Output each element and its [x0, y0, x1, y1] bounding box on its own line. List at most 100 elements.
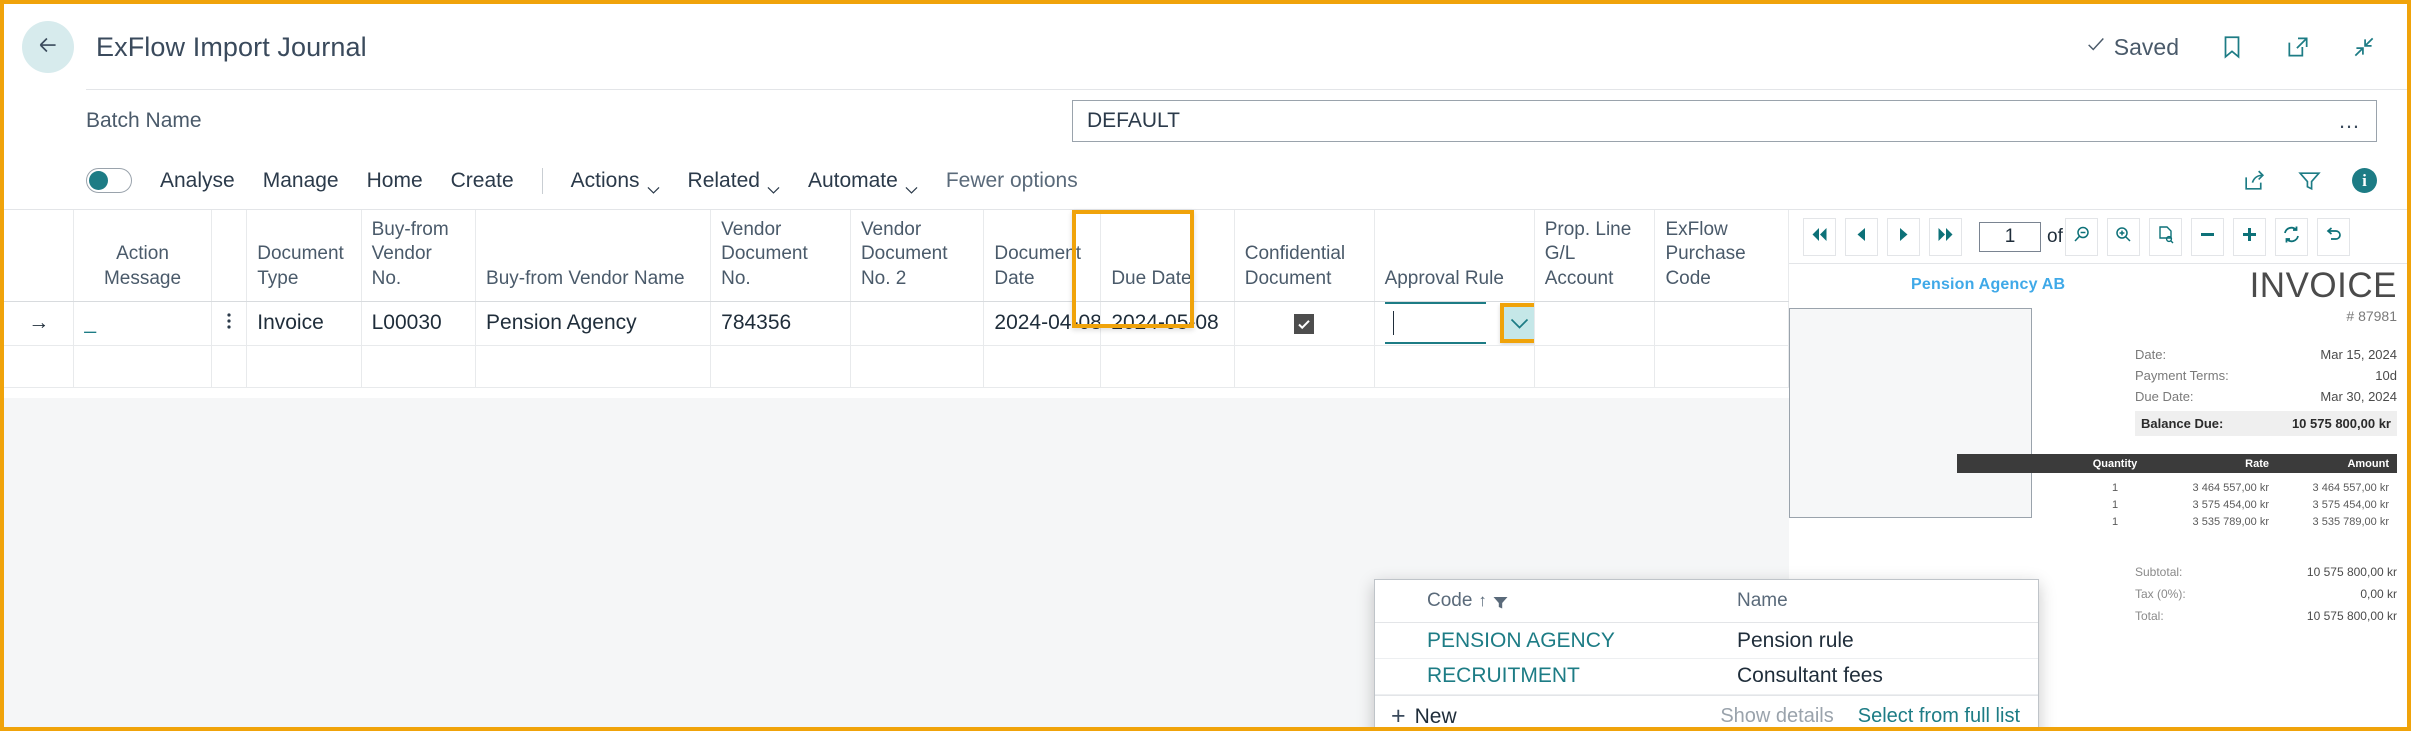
col-header-document-date[interactable]: Document Date — [984, 210, 1101, 301]
col-header-buy-from-vendor-no[interactable]: Buy-from Vendor No. — [361, 210, 475, 301]
ribbon-menu-related[interactable]: Related — [688, 169, 780, 193]
ribbon-menu-actions[interactable]: Actions — [571, 169, 660, 193]
share-icon[interactable] — [2242, 168, 2267, 193]
ribbon-item-analyse[interactable]: Analyse — [160, 169, 235, 193]
dropdown-col-code[interactable]: Code ↑ — [1427, 590, 1737, 612]
first-page-button[interactable] — [1803, 218, 1836, 256]
col-header-action-message[interactable]: Action Message — [74, 210, 211, 301]
dropdown-footer-links: Show details Select from full list — [1720, 705, 2020, 728]
dropdown-option-name: Pension rule — [1737, 629, 2038, 653]
cell-document-type[interactable]: Invoice — [247, 301, 361, 345]
cell-empty[interactable] — [361, 345, 475, 387]
page-number-input[interactable]: 1 — [1979, 222, 2041, 252]
first-page-icon — [1810, 225, 1829, 249]
cell-empty[interactable] — [476, 345, 711, 387]
invoice-lines-table: Quantity Rate Amount 1 3 464 557,00 kr 3… — [1957, 454, 2397, 530]
invoice-total-row: Subtotal: 10 575 800,00 kr — [2135, 561, 2397, 583]
cell-vendor-document-no[interactable]: 784356 — [711, 301, 851, 345]
filter-funnel-icon[interactable] — [2297, 168, 2322, 193]
cell-empty[interactable] — [711, 345, 851, 387]
cell-document-date[interactable]: 2024-04-08 — [984, 301, 1101, 345]
action-message-value: _ — [84, 311, 96, 334]
last-page-button[interactable] — [1929, 218, 1962, 256]
cell-empty[interactable] — [211, 345, 247, 387]
col-header-exflow-purchase-code[interactable]: ExFlow Purchase Code — [1655, 210, 1789, 301]
batch-name-label: Batch Name — [86, 109, 202, 133]
cell-prop-line-gl-account[interactable] — [1534, 301, 1655, 345]
col-header-confidential-document[interactable]: Confidential Document — [1234, 210, 1374, 301]
cell-empty[interactable] — [1234, 345, 1374, 387]
ribbon-item-manage[interactable]: Manage — [263, 169, 339, 193]
table-row[interactable] — [4, 345, 1789, 387]
cell-due-date[interactable]: 2024-05-08 — [1101, 301, 1234, 345]
info-icon[interactable]: i — [2352, 168, 2377, 193]
app-header: ExFlow Import Journal Saved — [4, 4, 2407, 90]
cell-empty[interactable] — [1534, 345, 1655, 387]
batch-name-more-button[interactable]: … — [2338, 110, 2362, 132]
cell-buy-from-vendor-no[interactable]: L00030 — [361, 301, 475, 345]
approval-rule-input[interactable] — [1385, 302, 1486, 344]
zoom-out-button[interactable] — [2065, 218, 2098, 256]
confidential-document-checkbox[interactable] — [1294, 314, 1314, 334]
cell-action-message[interactable]: _ — [74, 301, 211, 345]
cell-empty[interactable] — [1655, 345, 1789, 387]
cell-approval-rule[interactable] — [1374, 301, 1534, 345]
cell-exflow-purchase-code[interactable] — [1655, 301, 1789, 345]
cell-empty[interactable] — [1374, 345, 1534, 387]
previous-page-button[interactable] — [1845, 218, 1878, 256]
open-in-new-window-icon[interactable] — [2285, 34, 2311, 60]
invoice-lines-header: Quantity Rate Amount — [1957, 454, 2397, 473]
fit-page-button[interactable] — [2149, 218, 2182, 256]
dropdown-select-from-full-list-link[interactable]: Select from full list — [1858, 705, 2020, 728]
back-button[interactable] — [22, 21, 74, 73]
ribbon-label: Automate — [808, 169, 898, 193]
last-page-icon — [1936, 225, 1955, 249]
cell-vendor-document-no-2[interactable] — [850, 301, 983, 345]
col-header-due-date[interactable]: Due Date — [1101, 210, 1234, 301]
zoom-increase-button[interactable] — [2233, 218, 2266, 256]
dropdown-option-recruitment[interactable]: RECRUITMENT Consultant fees — [1375, 659, 2038, 695]
col-header-approval-rule[interactable]: Approval Rule — [1374, 210, 1534, 301]
col-header-vendor-document-no-2[interactable]: Vendor Document No. 2 — [850, 210, 983, 301]
approval-rule-dropdown-panel[interactable]: Code ↑ Name PENSION AGENCY Pension rule … — [1374, 579, 2039, 731]
dropdown-new-button[interactable]: + New — [1391, 704, 1457, 729]
chevron-down-icon — [905, 177, 918, 185]
cell-empty[interactable] — [984, 345, 1101, 387]
dropdown-show-details-link[interactable]: Show details — [1720, 705, 1833, 728]
cell-empty[interactable] — [74, 345, 211, 387]
invoice-line-amount: 3 464 557,00 kr — [2277, 482, 2397, 494]
dropdown-option-code: PENSION AGENCY — [1427, 629, 1737, 653]
cell-empty[interactable] — [247, 345, 361, 387]
col-header-buy-from-vendor-name[interactable]: Buy-from Vendor Name — [476, 210, 711, 301]
approval-rule-dropdown-button[interactable] — [1500, 303, 1535, 343]
batch-name-input[interactable]: DEFAULT … — [1072, 100, 2377, 142]
ribbon-item-create[interactable]: Create — [451, 169, 514, 193]
col-header-vendor-document-no[interactable]: Vendor Document No. — [711, 210, 851, 301]
ribbon-item-home[interactable]: Home — [367, 169, 423, 193]
undo-button[interactable] — [2317, 218, 2350, 256]
zoom-decrease-button[interactable] — [2191, 218, 2224, 256]
refresh-button[interactable] — [2275, 218, 2308, 256]
cell-buy-from-vendor-name[interactable]: Pension Agency — [476, 301, 711, 345]
dropdown-option-pension-agency[interactable]: PENSION AGENCY Pension rule — [1375, 623, 2038, 659]
ribbon-divider — [542, 168, 543, 194]
invoice-line-row: 1 3 464 557,00 kr 3 464 557,00 kr — [1957, 479, 2397, 496]
col-header-document-type[interactable]: Document Type — [247, 210, 361, 301]
analyse-toggle[interactable] — [86, 168, 132, 193]
journal-grid: Action Message Document Type Buy-from Ve… — [4, 210, 1789, 388]
ribbon-menu-automate[interactable]: Automate — [808, 169, 918, 193]
table-row[interactable]: → _ Invoice L00030 Pension Agency 78435 — [4, 301, 1789, 345]
cell-confidential-document[interactable] — [1234, 301, 1374, 345]
row-menu-button[interactable] — [211, 301, 247, 345]
bookmark-icon[interactable] — [2219, 34, 2245, 60]
filter-funnel-icon[interactable] — [1493, 594, 1508, 608]
dropdown-col-name[interactable]: Name — [1737, 590, 2038, 612]
ribbon-fewer-options-button[interactable]: Fewer options — [946, 169, 1078, 193]
invoice-meta-label: Date: — [2135, 347, 2166, 362]
zoom-in-button[interactable] — [2107, 218, 2140, 256]
collapse-icon[interactable] — [2351, 34, 2377, 60]
cell-empty[interactable] — [850, 345, 983, 387]
col-header-prop-line-gl-account[interactable]: Prop. Line G/L Account — [1534, 210, 1655, 301]
next-page-button[interactable] — [1887, 218, 1920, 256]
cell-empty[interactable] — [1101, 345, 1234, 387]
